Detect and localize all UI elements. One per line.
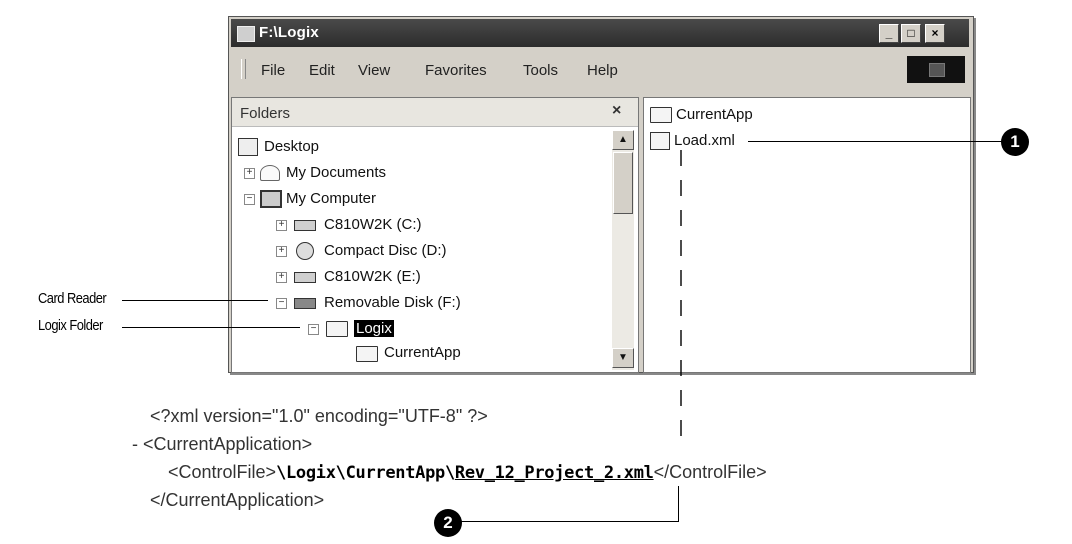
collapse-icon[interactable]: − bbox=[276, 298, 287, 309]
tree-item-drive-c[interactable]: + C810W2K (C:) bbox=[276, 216, 606, 236]
scroll-thumb[interactable] bbox=[613, 152, 633, 214]
scroll-up-button[interactable]: ▲ bbox=[612, 130, 634, 150]
folders-pane: Folders × Desktop + My Documents − My Co… bbox=[231, 97, 639, 373]
menu-favorites[interactable]: Favorites bbox=[425, 62, 487, 79]
minimize-button[interactable]: _ bbox=[879, 24, 899, 43]
folders-close-button[interactable]: × bbox=[612, 102, 621, 120]
title-bar[interactable]: F:\Logix _ □ × bbox=[231, 19, 969, 47]
scroll-down-button[interactable]: ▼ bbox=[612, 348, 634, 368]
menu-view[interactable]: View bbox=[358, 62, 390, 79]
callout-1-line bbox=[748, 141, 1003, 142]
xml-line-2: - <CurrentApplication> bbox=[132, 434, 313, 454]
folder-icon bbox=[356, 346, 378, 362]
toolbar-grip[interactable] bbox=[241, 59, 246, 79]
callout-2-hline bbox=[460, 521, 679, 522]
windows-logo-icon bbox=[929, 63, 945, 77]
dashed-connector bbox=[680, 150, 682, 450]
menu-bar: File Edit View Favorites Tools Help bbox=[231, 53, 969, 83]
xml-line-3: <ControlFile>\Logix\CurrentApp\Rev_12_Pr… bbox=[168, 462, 767, 483]
menu-tools[interactable]: Tools bbox=[523, 62, 558, 79]
maximize-button[interactable]: □ bbox=[901, 24, 921, 43]
card-reader-label: Card Reader bbox=[38, 290, 107, 307]
collapse-icon[interactable]: − bbox=[244, 194, 255, 205]
windows-logo-box bbox=[907, 56, 965, 83]
folder-icon bbox=[650, 107, 672, 123]
folders-scrollbar[interactable]: ▲ ▼ bbox=[612, 130, 634, 370]
folder-window-icon bbox=[237, 26, 255, 42]
file-item-label: Load.xml bbox=[674, 132, 735, 149]
xml-line-4: </CurrentApplication> bbox=[150, 490, 325, 510]
xml-open-tag: <ControlFile> bbox=[168, 462, 277, 482]
collapse-icon[interactable]: − bbox=[308, 324, 319, 335]
tree-item-label: C810W2K (C:) bbox=[324, 216, 422, 233]
folder-open-icon bbox=[326, 321, 348, 337]
xml-file-icon bbox=[650, 132, 670, 150]
tree-item-drive-e[interactable]: + C810W2K (E:) bbox=[276, 268, 606, 288]
tree-item-label: My Documents bbox=[286, 164, 387, 181]
tree-item-desktop[interactable]: Desktop bbox=[238, 138, 598, 158]
tree-item-removable-disk[interactable]: − Removable Disk (F:) bbox=[276, 294, 606, 314]
tree-item-currentapp[interactable]: CurrentApp bbox=[356, 344, 606, 364]
explorer-window: F:\Logix _ □ × File Edit View Favorites … bbox=[228, 16, 974, 373]
menu-edit[interactable]: Edit bbox=[309, 62, 335, 79]
folders-title: Folders bbox=[240, 105, 291, 122]
drive-icon bbox=[294, 220, 316, 231]
logix-folder-label: Logix Folder bbox=[38, 317, 103, 334]
xml-line-1: <?xml version="1.0" encoding="UTF-8" ?> bbox=[150, 406, 488, 426]
tree-item-label: C810W2K (E:) bbox=[324, 268, 421, 285]
card-reader-line bbox=[122, 300, 268, 301]
callout-badge-1: 1 bbox=[1001, 128, 1029, 156]
tree-item-my-documents[interactable]: + My Documents bbox=[244, 164, 604, 184]
tree-item-logix[interactable]: − Logix bbox=[308, 320, 608, 340]
tree-item-label: Logix bbox=[354, 320, 394, 337]
tree-item-label: CurrentApp bbox=[384, 344, 461, 361]
file-item-label: CurrentApp bbox=[676, 106, 753, 123]
menu-file[interactable]: File bbox=[261, 62, 285, 79]
expand-icon[interactable]: + bbox=[276, 246, 287, 257]
tree-item-label: Desktop bbox=[264, 138, 320, 155]
menu-help[interactable]: Help bbox=[587, 62, 618, 79]
tree-item-label: My Computer bbox=[286, 190, 377, 207]
file-item-load-xml[interactable]: Load.xml bbox=[650, 132, 850, 152]
callout-2-vline bbox=[678, 486, 679, 522]
desktop-icon bbox=[238, 138, 258, 156]
xml-path: \Logix\CurrentApp\ bbox=[276, 463, 455, 483]
logix-folder-line bbox=[122, 327, 300, 328]
expand-icon[interactable]: + bbox=[276, 220, 287, 231]
removable-disk-icon bbox=[294, 298, 316, 309]
expand-icon[interactable]: + bbox=[276, 272, 287, 283]
tree-item-label: Compact Disc (D:) bbox=[324, 242, 447, 259]
tree-item-label: Removable Disk (F:) bbox=[324, 294, 461, 311]
expand-icon[interactable]: + bbox=[244, 168, 255, 179]
close-button[interactable]: × bbox=[925, 24, 945, 43]
tree-item-my-computer[interactable]: − My Computer bbox=[244, 190, 604, 210]
file-item-currentapp[interactable]: CurrentApp bbox=[650, 106, 850, 126]
window-title: F:\Logix bbox=[259, 24, 319, 41]
folders-header: Folders × bbox=[232, 98, 638, 127]
drive-icon bbox=[294, 272, 316, 283]
xml-close-tag: </ControlFile> bbox=[653, 462, 767, 482]
tree-item-compact-disc[interactable]: + Compact Disc (D:) bbox=[276, 242, 606, 262]
callout-badge-2: 2 bbox=[434, 509, 462, 537]
file-list-pane: CurrentApp Load.xml bbox=[643, 97, 971, 373]
xml-filename: Rev_12_Project_2.xml bbox=[454, 463, 654, 483]
cd-icon bbox=[296, 242, 314, 260]
computer-icon bbox=[260, 190, 282, 208]
my-documents-icon bbox=[260, 165, 280, 181]
